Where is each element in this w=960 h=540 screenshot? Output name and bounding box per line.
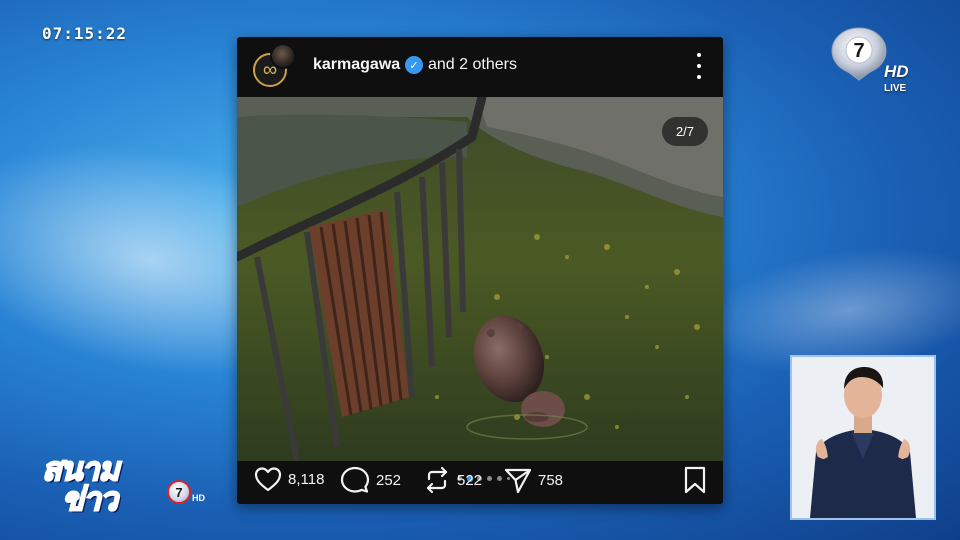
collaborator-avatar[interactable] [270, 43, 296, 69]
instagram-post-card: ∞ karmagawa ✓ and 2 others 2/7 8,118 252… [237, 37, 723, 504]
like-button[interactable]: 8,118 [253, 465, 324, 493]
verified-icon: ✓ [405, 56, 423, 74]
like-count: 8,118 [288, 470, 325, 488]
repost-count: 522 [457, 471, 483, 489]
post-photo[interactable] [237, 97, 723, 461]
show-hd-label: HD [192, 493, 205, 503]
collaborators-text[interactable]: and 2 others [428, 56, 517, 74]
share-count: 758 [538, 471, 564, 489]
comment-icon [340, 466, 370, 493]
show-channel-badge: 7 [167, 480, 191, 504]
comment-count: 252 [376, 471, 402, 489]
image-counter: 2/7 [662, 117, 708, 146]
share-button[interactable]: 758 [503, 465, 563, 495]
channel-live-label: LIVE [884, 83, 907, 94]
show-logo: สนาม ข่าว 7 HD [41, 444, 207, 518]
bookmark-icon[interactable] [681, 465, 709, 500]
username[interactable]: karmagawa [313, 56, 400, 74]
post-header: ∞ karmagawa ✓ and 2 others [237, 37, 723, 97]
sign-language-interpreter [790, 355, 936, 520]
channel-number: 7 [853, 40, 864, 62]
channel-hd-label: HD [884, 62, 909, 81]
comment-button[interactable]: 252 [339, 465, 401, 495]
repost-button[interactable]: 522 [422, 465, 482, 495]
more-icon[interactable] [689, 53, 709, 79]
broadcast-clock: 07:15:22 [42, 24, 128, 43]
post-actions: 8,118 252 522 758 [237, 457, 723, 504]
share-icon [504, 468, 532, 494]
repost-icon [426, 466, 448, 494]
show-title-bottom: ข่าว [61, 480, 119, 518]
heart-icon [254, 467, 282, 492]
